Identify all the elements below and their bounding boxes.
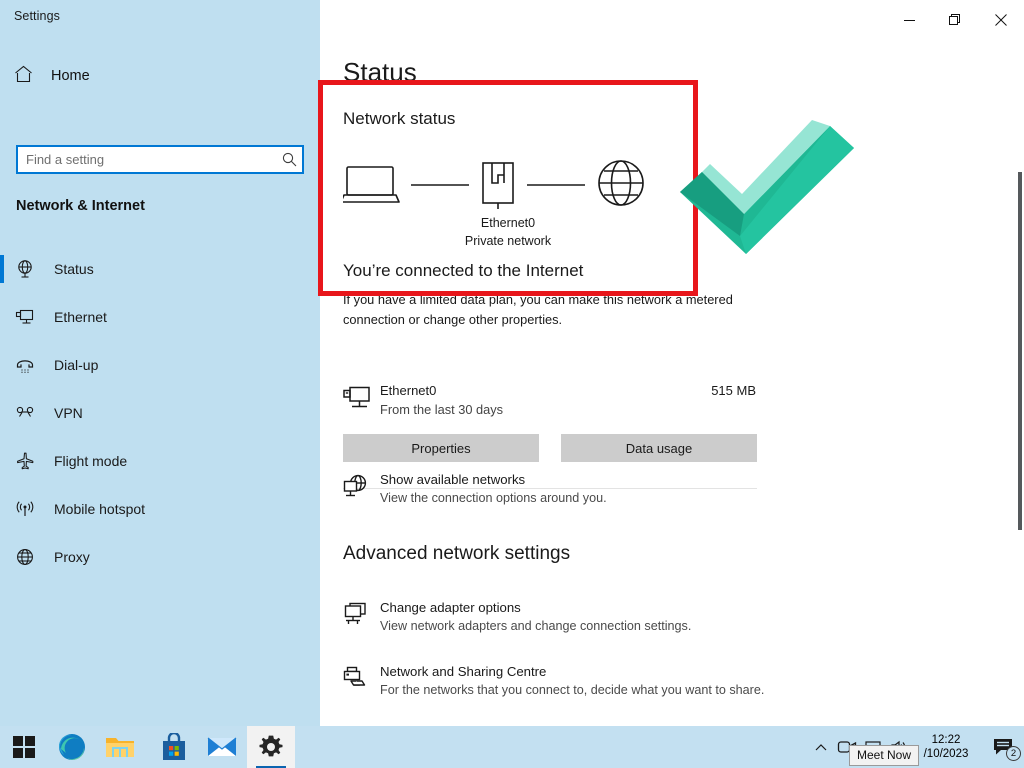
close-button[interactable] <box>978 0 1024 40</box>
app-title: Settings <box>14 9 60 23</box>
diagram-network-type: Private network <box>464 234 552 248</box>
adapter-options-icon <box>343 602 369 633</box>
mail-envelope-icon <box>207 737 237 756</box>
sidebar-item-mobile-hotspot[interactable]: Mobile hotspot <box>0 485 320 533</box>
usage-amount: 515 MB <box>711 383 756 398</box>
search-box[interactable] <box>16 145 304 174</box>
ethernet-adapter-icon <box>482 162 514 209</box>
search-icon <box>276 152 302 167</box>
close-icon <box>995 14 1007 26</box>
sidebar: Home Network & Internet <box>0 40 320 726</box>
store-bag-icon <box>163 733 185 760</box>
sidebar-item-ethernet[interactable]: Ethernet <box>0 293 320 341</box>
edge-icon <box>59 734 85 760</box>
sidebar-item-home[interactable]: Home <box>0 58 320 94</box>
laptop-icon <box>343 166 400 203</box>
sidebar-item-dialup[interactable]: Dial-up <box>0 341 320 389</box>
clock[interactable]: 12:22 /10/2023 <box>908 726 984 768</box>
internet-globe-icon <box>598 160 644 206</box>
store-button[interactable] <box>150 726 198 768</box>
sidebar-item-mobile-hotspot-label: Mobile hotspot <box>54 501 146 517</box>
notification-center-button[interactable]: 2 <box>984 726 1024 768</box>
sidebar-item-proxy[interactable]: Proxy <box>0 533 320 581</box>
network-status-heading: Network status <box>343 109 456 128</box>
page-title: Status <box>343 57 417 87</box>
show-available-networks-subtitle: View the connection options around you. <box>380 491 607 505</box>
folder-icon <box>106 738 134 757</box>
content-area: Status Network status Ethernet0 Private … <box>320 40 1024 726</box>
data-usage-button[interactable]: Data usage <box>561 434 757 462</box>
properties-button[interactable]: Properties <box>343 434 539 462</box>
network-diagram <box>343 157 673 217</box>
clock-date: /10/2023 <box>923 748 969 760</box>
usage-adapter-icon <box>343 386 370 417</box>
vpn-key-icon <box>14 403 36 423</box>
sidebar-category-title: Network & Internet <box>16 198 145 214</box>
sidebar-item-ethernet-label: Ethernet <box>54 309 107 325</box>
minimize-button[interactable] <box>886 0 932 40</box>
globe-icon <box>14 547 36 567</box>
ethernet-icon <box>14 307 36 327</box>
sidebar-nav-list: Status Ethernet Dial-up VPN Flight mode … <box>0 245 320 581</box>
mail-button[interactable] <box>198 726 246 768</box>
hotspot-waves-icon <box>14 499 36 519</box>
diagram-device-name: Ethernet0 <box>480 216 536 230</box>
minimize-icon <box>903 19 915 21</box>
network-sharing-centre-subtitle: For the networks that you connect to, de… <box>380 683 765 697</box>
change-adapter-options-title: Change adapter options <box>380 600 521 615</box>
chevron-up-icon <box>815 743 827 750</box>
clock-time: 12:22 <box>931 734 961 746</box>
metered-description: If you have a limited data plan, you can… <box>343 292 733 327</box>
show-hidden-icons-button[interactable] <box>808 726 834 768</box>
usage-period: From the last 30 days <box>380 402 504 417</box>
section-divider <box>343 488 757 489</box>
title-bar: Settings <box>0 0 1024 40</box>
home-icon <box>14 65 33 88</box>
file-explorer-button[interactable] <box>96 726 144 768</box>
sidebar-item-flight-mode-label: Flight mode <box>54 453 128 469</box>
sidebar-item-vpn[interactable]: VPN <box>0 389 320 437</box>
show-available-networks-title: Show available networks <box>380 472 526 487</box>
sidebar-item-dialup-label: Dial-up <box>54 357 99 373</box>
sidebar-item-flight-mode[interactable]: Flight mode <box>0 437 320 485</box>
advanced-settings-heading: Advanced network settings <box>343 543 571 564</box>
notification-badge: 2 <box>1006 746 1021 761</box>
sidebar-item-status-label: Status <box>54 261 94 277</box>
settings-button[interactable] <box>247 726 295 768</box>
sidebar-item-status[interactable]: Status <box>0 245 320 293</box>
vertical-scrollbar[interactable] <box>1018 172 1022 530</box>
meet-now-tooltip: Meet Now <box>849 745 920 766</box>
windows-logo-icon <box>13 736 35 758</box>
airplane-icon <box>14 451 36 471</box>
usage-adapter-name: Ethernet0 <box>380 383 437 398</box>
settings-window: Settings Home Find a setting Network & I… <box>0 0 1024 726</box>
telephone-icon <box>14 355 36 375</box>
sharing-centre-icon <box>343 666 369 697</box>
start-button[interactable] <box>0 726 48 768</box>
gear-icon <box>259 735 283 757</box>
sidebar-item-home-label: Home <box>51 68 90 84</box>
change-adapter-options-subtitle: View network adapters and change connect… <box>380 619 692 633</box>
search-input[interactable] <box>18 152 276 167</box>
sidebar-item-vpn-label: VPN <box>54 405 83 421</box>
restore-button[interactable] <box>932 0 978 40</box>
available-networks-icon <box>343 474 369 505</box>
edge-button[interactable] <box>48 726 96 768</box>
restore-icon <box>949 14 960 25</box>
network-sharing-centre-title: Network and Sharing Centre <box>380 664 547 679</box>
sidebar-item-proxy-label: Proxy <box>54 549 90 565</box>
globe-stand-icon <box>14 259 36 279</box>
connection-status-message: You’re connected to the Internet <box>343 261 584 280</box>
